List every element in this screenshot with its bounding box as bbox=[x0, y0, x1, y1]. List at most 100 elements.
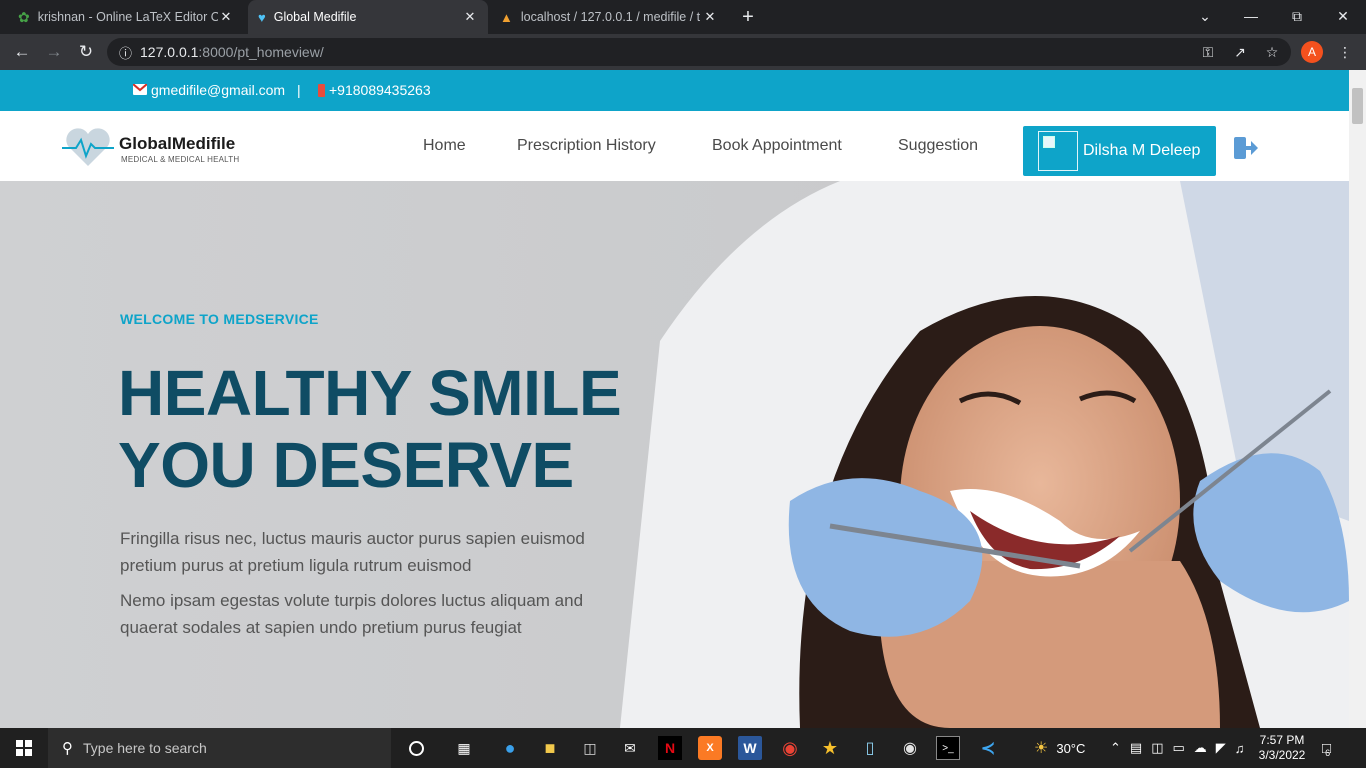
overleaf-icon: ✿ bbox=[18, 8, 30, 25]
logout-icon[interactable] bbox=[1233, 135, 1259, 166]
broken-image-avatar-icon bbox=[1038, 131, 1078, 171]
hero-paragraph-1: Fringilla risus nec, luctus mauris aucto… bbox=[120, 525, 585, 579]
nav-prescription-history[interactable]: Prescription History bbox=[517, 137, 656, 155]
contact-bar: gmedifile@gmail.com | +918089435263 bbox=[0, 70, 1349, 111]
logo-tagline: MEDICAL & MEDICAL HEALTH bbox=[121, 155, 240, 164]
hero-paragraph-2-line2: quaerat sodales at sapien undo pretium p… bbox=[120, 618, 522, 637]
hero-paragraph-2: Nemo ipsam egestas volute turpis dolores… bbox=[120, 587, 583, 641]
contact-phone[interactable]: +918089435263 bbox=[329, 82, 431, 98]
close-tab-icon[interactable]: ✕ bbox=[462, 9, 478, 25]
store-icon[interactable]: ◫ bbox=[578, 736, 602, 760]
hero-title-line1: HEALTHY SMILE bbox=[118, 357, 622, 429]
tab-title: localhost / 127.0.0.1 / medifile / t bbox=[520, 10, 701, 24]
heart-pulse-logo-icon bbox=[62, 128, 114, 166]
close-tab-icon[interactable]: ✕ bbox=[702, 9, 718, 25]
tab-title: krishnan - Online LaTeX Editor Ov bbox=[37, 10, 218, 24]
onedrive-icon[interactable]: ☁ bbox=[1194, 740, 1207, 756]
system-tray-icons[interactable]: ⌃ ▤ ◫ ▭ ☁ ◤ ♫ bbox=[1110, 728, 1245, 768]
bluetooth-icon[interactable]: ◫ bbox=[1151, 740, 1163, 756]
phpmyadmin-icon: ▲ bbox=[500, 9, 513, 25]
weather-widget[interactable]: ☀ 30°C bbox=[1034, 728, 1085, 768]
temperature: 30°C bbox=[1056, 740, 1086, 756]
tab-search-icon[interactable]: ⌄ bbox=[1182, 0, 1228, 32]
close-window-button[interactable]: ✕ bbox=[1320, 0, 1366, 32]
address-bar[interactable]: ⓘ 127.0.0.1:8000/pt_homeview/ bbox=[107, 38, 1291, 66]
menu-kebab-icon[interactable]: ⋮ bbox=[1335, 42, 1355, 62]
page-scrollbar[interactable] bbox=[1349, 70, 1366, 728]
share-icon[interactable]: ↗ bbox=[1230, 42, 1250, 62]
contact-email[interactable]: gmedifile@gmail.com bbox=[151, 82, 285, 98]
site-logo[interactable]: GlobalMedifile MEDICAL & MEDICAL HEALTH bbox=[62, 126, 239, 173]
hero-banner: WELCOME TO MEDSERVICE HEALTHY SMILE YOU … bbox=[0, 181, 1349, 728]
mail-app-icon[interactable]: ✉ bbox=[618, 736, 642, 760]
weather-sun-icon: ☀ bbox=[1034, 740, 1049, 757]
web-page: gmedifile@gmail.com | +918089435263 Glob… bbox=[0, 70, 1349, 728]
profile-avatar[interactable]: A bbox=[1301, 41, 1323, 63]
windows-start-icon[interactable] bbox=[12, 736, 36, 760]
info-icon[interactable]: ⓘ bbox=[119, 43, 132, 62]
phone-icon bbox=[318, 84, 325, 97]
notification-center-icon[interactable]: □ 6 bbox=[1322, 728, 1331, 768]
taskbar-search-placeholder: Type here to search bbox=[83, 740, 207, 756]
browser-tab-strip: ✿ krishnan - Online LaTeX Editor Ov ✕ ♥ … bbox=[0, 0, 1366, 34]
edge-icon[interactable]: ● bbox=[498, 736, 522, 760]
mail-icon bbox=[133, 84, 147, 95]
chevron-up-icon[interactable]: ⌃ bbox=[1110, 740, 1121, 756]
file-explorer-icon[interactable]: ■ bbox=[538, 736, 562, 760]
meet-now-icon[interactable]: ▤ bbox=[1130, 740, 1142, 756]
search-icon: ⚲ bbox=[62, 740, 73, 757]
close-tab-icon[interactable]: ✕ bbox=[218, 9, 234, 25]
reload-icon[interactable]: ↻ bbox=[74, 40, 98, 64]
hero-title-line2: YOU DESERVE bbox=[118, 429, 574, 501]
paint-icon[interactable]: ◉ bbox=[898, 736, 922, 760]
minimize-button[interactable]: — bbox=[1228, 0, 1274, 32]
hero-eyebrow: WELCOME TO MEDSERVICE bbox=[120, 311, 319, 327]
xampp-icon[interactable]: X bbox=[698, 736, 722, 760]
hero-paragraph-1-line1: Fringilla risus nec, luctus mauris aucto… bbox=[120, 529, 585, 548]
word-icon[interactable]: W bbox=[738, 736, 762, 760]
nav-home[interactable]: Home bbox=[423, 137, 466, 155]
logo-name: GlobalMedifile bbox=[119, 134, 236, 153]
cortana-icon[interactable] bbox=[404, 736, 428, 760]
nav-suggestion[interactable]: Suggestion bbox=[898, 137, 978, 155]
chrome-icon[interactable]: ◉ bbox=[778, 736, 802, 760]
dentist-patient-image bbox=[620, 181, 1349, 728]
windows-taskbar: ⚲ Type here to search ▦ ● ■ ◫ ✉ N X W ◉ … bbox=[0, 728, 1366, 768]
browser-toolbar: ← → ↻ ⓘ 127.0.0.1:8000/pt_homeview/ ⚿ ↗ … bbox=[0, 34, 1366, 70]
task-view-icon[interactable]: ▦ bbox=[452, 736, 476, 760]
heartbeat-icon: ♥ bbox=[258, 9, 266, 25]
tab-overleaf[interactable]: ✿ krishnan - Online LaTeX Editor Ov ✕ bbox=[8, 0, 244, 34]
clock-time: 7:57 PM bbox=[1259, 733, 1305, 747]
new-tab-button[interactable]: + bbox=[737, 6, 759, 28]
volume-icon[interactable]: ♫ bbox=[1235, 741, 1245, 756]
hero-paragraph-1-line2: pretium purus at pretium ligula rutrum e… bbox=[120, 556, 472, 575]
hero-paragraph-2-line1: Nemo ipsam egestas volute turpis dolores… bbox=[120, 591, 584, 610]
contact-separator: | bbox=[297, 82, 301, 98]
terminal-icon[interactable]: >_ bbox=[936, 736, 960, 760]
user-name: Dilsha M Deleep bbox=[1083, 142, 1201, 159]
url-path: :8000/pt_homeview/ bbox=[198, 44, 324, 60]
nav-book-appointment[interactable]: Book Appointment bbox=[712, 137, 842, 155]
back-icon[interactable]: ← bbox=[10, 40, 34, 64]
password-key-icon[interactable]: ⚿ bbox=[1198, 42, 1218, 62]
tab-global-medifile[interactable]: ♥ Global Medifile ✕ bbox=[248, 0, 488, 34]
user-profile-button[interactable]: Dilsha M Deleep bbox=[1023, 126, 1216, 176]
hero-title: HEALTHY SMILE YOU DESERVE bbox=[118, 357, 622, 501]
vscode-icon[interactable]: ≺ bbox=[976, 736, 1000, 760]
tab-title: Global Medifile bbox=[273, 10, 357, 24]
wifi-icon[interactable]: ◤ bbox=[1216, 740, 1226, 756]
netflix-icon[interactable]: N bbox=[658, 736, 682, 760]
star-app-icon[interactable]: ★ bbox=[818, 736, 842, 760]
notes-app-icon[interactable]: ▯ bbox=[858, 736, 882, 760]
url-host: 127.0.0.1 bbox=[140, 44, 199, 60]
tab-phpmyadmin[interactable]: ▲ localhost / 127.0.0.1 / medifile / t ✕ bbox=[490, 0, 728, 34]
clock-date: 3/3/2022 bbox=[1258, 748, 1306, 762]
battery-icon[interactable]: ▭ bbox=[1173, 740, 1185, 756]
taskbar-search[interactable]: ⚲ Type here to search bbox=[48, 728, 391, 768]
scrollbar-thumb[interactable] bbox=[1352, 88, 1363, 124]
notification-count: 6 bbox=[1325, 748, 1331, 758]
restore-button[interactable]: ⧉ bbox=[1274, 0, 1320, 32]
clock[interactable]: 7:57 PM 3/3/2022 bbox=[1254, 728, 1310, 768]
bookmark-star-icon[interactable]: ☆ bbox=[1262, 42, 1282, 62]
forward-icon[interactable]: → bbox=[42, 40, 66, 64]
